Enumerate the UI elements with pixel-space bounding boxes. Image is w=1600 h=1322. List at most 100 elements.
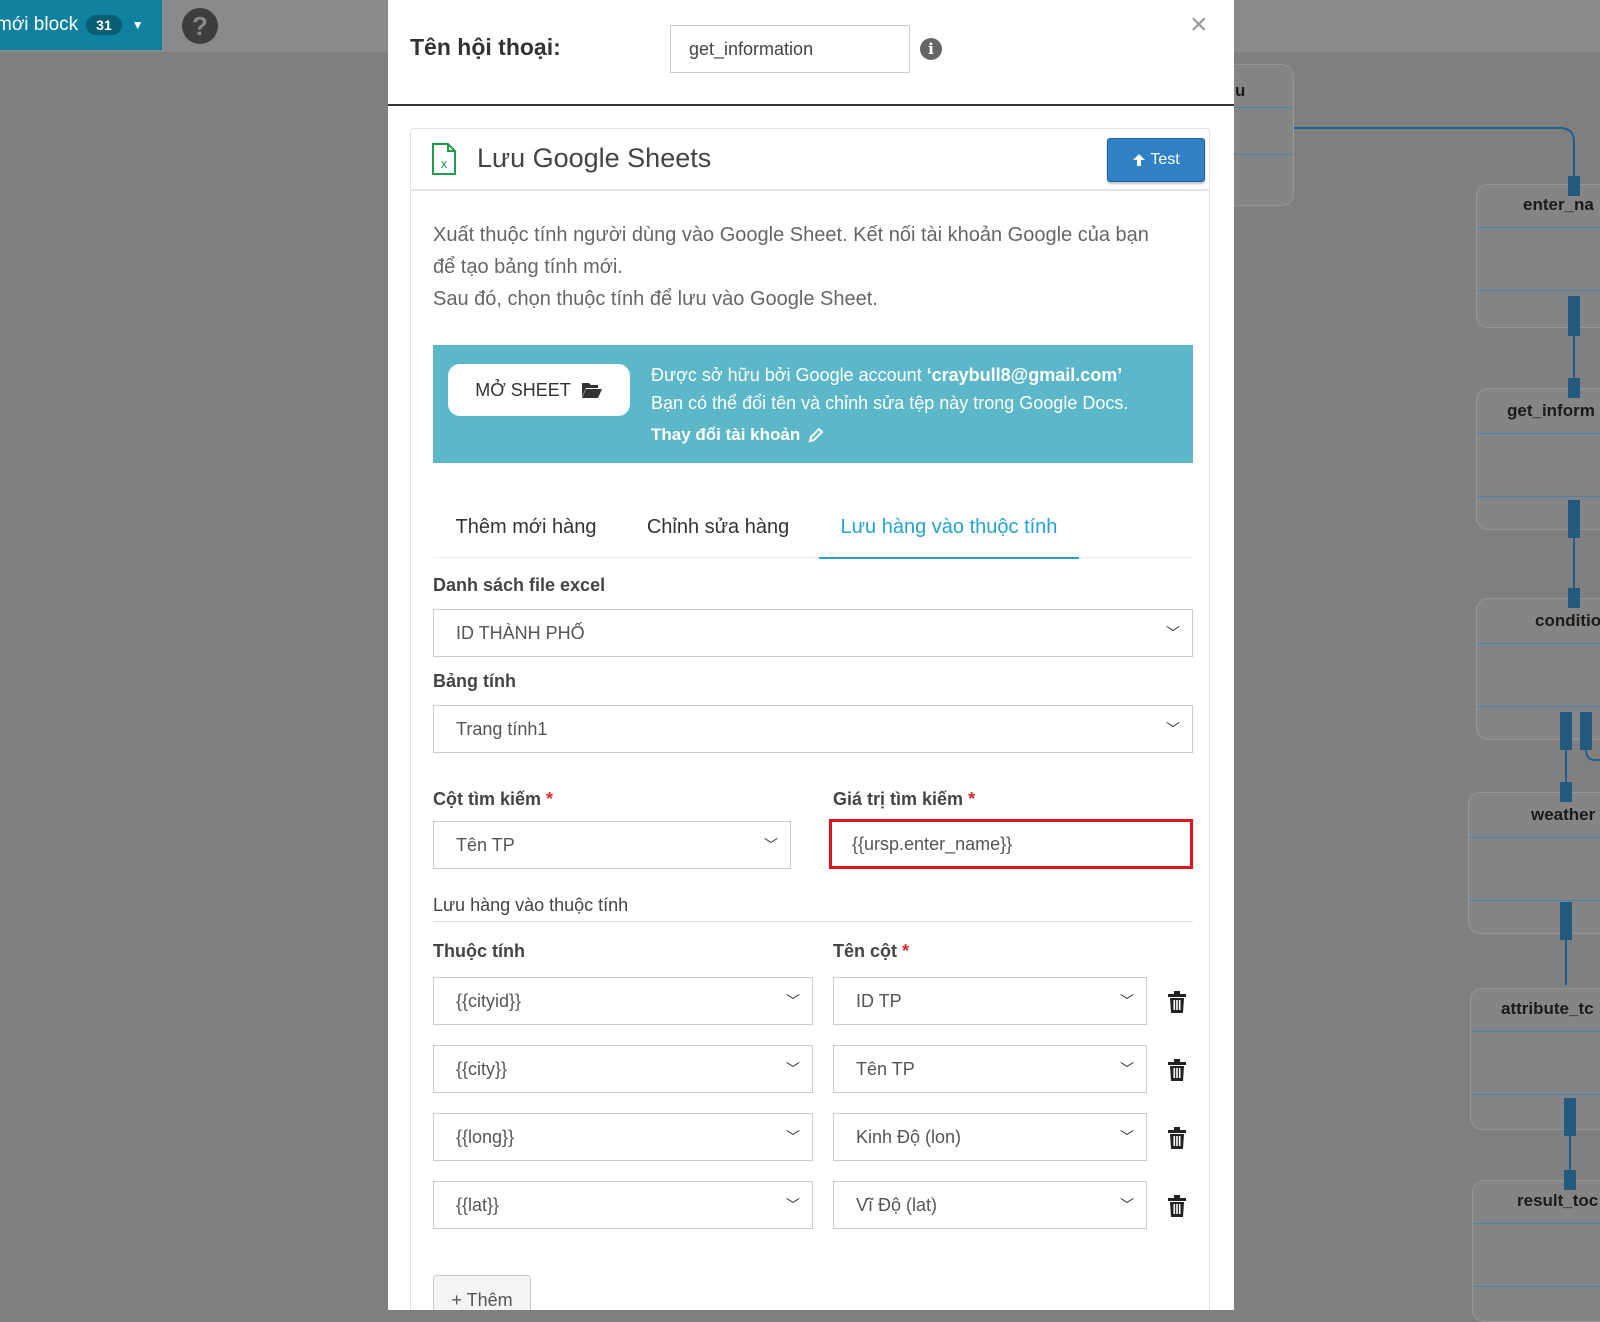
column-select[interactable]: Tên TP ﹀ <box>833 1045 1147 1093</box>
card-title: Lưu Google Sheets <box>477 143 712 173</box>
test-button-label: Test <box>1150 151 1180 168</box>
excel-file-select[interactable]: ID THÀNH PHỐ ﹀ <box>433 609 1193 657</box>
test-button[interactable]: Test <box>1107 138 1205 182</box>
section-divider <box>433 921 1193 922</box>
flow-node[interactable]: enter_na <box>1476 184 1600 328</box>
description-line: để tạo bảng tính mới. <box>433 256 623 278</box>
description-line: Sau đó, chọn thuộc tính để lưu vào Googl… <box>433 288 878 310</box>
column-select[interactable]: Vĩ Độ (lat) ﹀ <box>833 1181 1147 1229</box>
chevron-down-icon: ﹀ <box>786 1197 800 1213</box>
tab-add-row[interactable]: Thêm mới hàng <box>433 497 619 557</box>
column-header: Tên cột * <box>833 941 909 962</box>
search-value-input[interactable]: {{ursp.enter_name}} <box>829 819 1193 869</box>
node-separator <box>1477 227 1600 228</box>
conversation-name-input[interactable]: get_information <box>670 25 910 73</box>
trash-icon[interactable] <box>1167 991 1187 1013</box>
node-title: attribute_tc <box>1501 999 1594 1018</box>
tab-edit-row[interactable]: Chỉnh sửa hàng <box>623 497 813 557</box>
close-icon[interactable]: × <box>1190 8 1208 42</box>
attribute-select[interactable]: {{lat}} ﹀ <box>433 1181 813 1229</box>
node-separator <box>1469 900 1600 901</box>
flow-node[interactable]: get_inform <box>1476 388 1600 530</box>
chevron-down-icon: ﹀ <box>764 837 778 853</box>
info-icon[interactable]: i <box>920 38 942 60</box>
node-title: conditio <box>1535 611 1600 630</box>
attribute-value: {{long}} <box>456 1127 515 1147</box>
chevron-down-icon: ﹀ <box>786 993 800 1009</box>
node-title: get_inform <box>1507 401 1595 420</box>
required-mark: * <box>968 789 976 809</box>
google-sheets-card: x Lưu Google Sheets Test Xuất thuộc tính… <box>410 128 1210 1310</box>
column-select[interactable]: Kinh Độ (lon) ﹀ <box>833 1113 1147 1161</box>
attribute-value: {{city}} <box>456 1059 508 1079</box>
owner-account: ‘craybull8@gmail.com’ <box>926 365 1123 385</box>
node-port <box>1564 1098 1576 1136</box>
required-mark: * <box>902 941 910 961</box>
node-separator <box>1477 433 1600 434</box>
attribute-value: {{lat}} <box>456 1195 500 1215</box>
save-section-label: Lưu hàng vào thuộc tính <box>433 895 629 915</box>
rename-note: Bạn có thể đổi tên và chỉnh sửa tệp này … <box>651 393 1129 413</box>
node-port <box>1580 712 1592 750</box>
node-separator <box>1469 837 1600 838</box>
node-separator <box>1477 643 1600 644</box>
required-mark: * <box>546 789 554 809</box>
arrow-up-icon <box>1133 154 1146 166</box>
node-port <box>1568 588 1580 608</box>
node-title: result_toc <box>1517 1191 1599 1210</box>
block-settings-modal: Tên hội thoại: get_information i × x Lưu… <box>388 0 1234 1310</box>
trash-icon[interactable] <box>1167 1195 1187 1217</box>
column-select[interactable]: ID TP ﹀ <box>833 977 1147 1025</box>
node-port <box>1560 782 1572 802</box>
tab-save-row-to-attribute[interactable]: Lưu hàng vào thuộc tính <box>819 497 1079 559</box>
flow-node[interactable]: attribute_tc <box>1470 988 1600 1130</box>
trash-icon[interactable] <box>1167 1127 1187 1149</box>
search-column-text: Cột tìm kiếm <box>433 789 542 809</box>
node-port <box>1568 500 1580 538</box>
search-column-value: Tên TP <box>456 835 515 855</box>
node-port <box>1568 176 1580 196</box>
search-column-label: Cột tìm kiếm * <box>433 789 553 810</box>
google-sheets-icon: x <box>432 143 456 175</box>
node-port <box>1568 296 1580 336</box>
chevron-down-icon: ﹀ <box>1166 721 1180 737</box>
open-sheet-button[interactable]: MỞ SHEET <box>448 364 630 416</box>
node-separator <box>1473 1286 1600 1287</box>
node-separator <box>1477 290 1600 291</box>
flow-node[interactable]: result_toc <box>1472 1180 1600 1322</box>
attribute-select[interactable]: {{long}} ﹀ <box>433 1113 813 1161</box>
flow-node[interactable]: weather <box>1468 792 1600 934</box>
node-separator <box>1471 1094 1600 1095</box>
attribute-select[interactable]: {{city}} ﹀ <box>433 1045 813 1093</box>
chevron-down-icon: ﹀ <box>786 1129 800 1145</box>
chevron-down-icon: ﹀ <box>1120 1061 1134 1077</box>
search-value-label: Giá trị tìm kiếm * <box>833 789 975 810</box>
modal-header: Tên hội thoại: get_information i × <box>388 0 1234 106</box>
sheet-select[interactable]: Trang tính1 ﹀ <box>433 705 1193 753</box>
chevron-down-icon: ﹀ <box>1166 625 1180 641</box>
google-account-banner: MỞ SHEET Được sở hữu bởi Google account … <box>433 345 1193 463</box>
account-info: Được sở hữu bởi Google account ‘craybull… <box>651 361 1128 417</box>
conversation-name-label: Tên hội thoại: <box>410 34 561 60</box>
open-sheet-label: MỞ SHEET <box>475 379 571 400</box>
node-separator <box>1477 496 1600 497</box>
node-port <box>1560 902 1572 940</box>
column-value: Kinh Độ (lon) <box>856 1127 962 1147</box>
svg-text:x: x <box>441 156 448 171</box>
column-value: ID TP <box>856 991 902 1011</box>
add-mapping-button[interactable]: + Thêm <box>433 1275 531 1310</box>
excel-file-value: ID THÀNH PHỐ <box>456 623 585 643</box>
node-title: enter_na <box>1523 195 1594 214</box>
sheet-label: Bảng tính <box>433 671 516 691</box>
node-port <box>1560 712 1572 750</box>
change-account-link[interactable]: Thay đổi tài khoản <box>651 425 824 445</box>
attribute-select[interactable]: {{cityid}} ﹀ <box>433 977 813 1025</box>
column-value: Tên TP <box>856 1059 915 1079</box>
attribute-value: {{cityid}} <box>456 991 522 1011</box>
card-description: Xuất thuộc tính người dùng vào Google Sh… <box>433 219 1193 315</box>
trash-icon[interactable] <box>1167 1059 1187 1081</box>
search-column-select[interactable]: Tên TP ﹀ <box>433 821 791 869</box>
owner-prefix: Được sở hữu bởi Google account <box>651 365 927 385</box>
node-separator <box>1473 1223 1600 1224</box>
excel-list-label: Danh sách file excel <box>433 575 606 595</box>
